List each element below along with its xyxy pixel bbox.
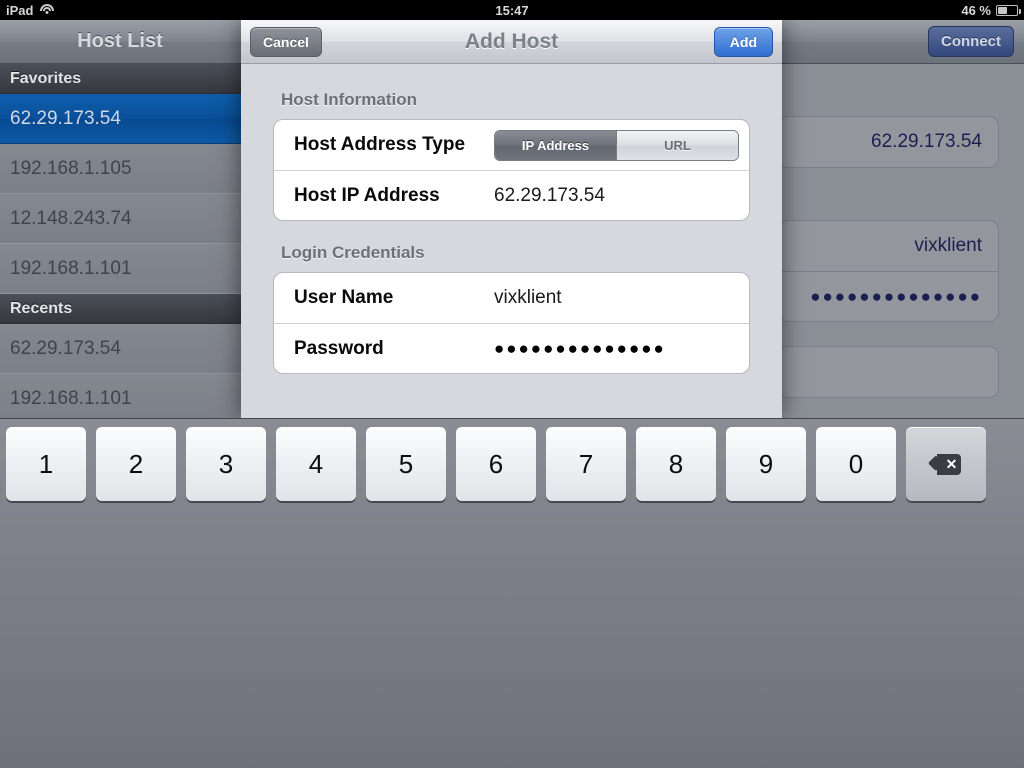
add-button[interactable]: Add: [713, 26, 773, 57]
backspace-key[interactable]: ✕: [906, 427, 986, 501]
list-item[interactable]: 62.29.173.54: [0, 94, 243, 144]
detail-credentials-group: vixklient ●●●●●●●●●●●●●●: [779, 220, 999, 322]
key-5[interactable]: 5: [366, 427, 446, 501]
key-3[interactable]: 3: [186, 427, 266, 501]
row-password[interactable]: Password ●●●●●●●●●●●●●●: [274, 323, 749, 373]
row-host-address-type: Host Address Type IP Address URL: [274, 120, 749, 170]
row-host-ip-address[interactable]: Host IP Address 62.29.173.54: [274, 170, 749, 220]
key-4[interactable]: 4: [276, 427, 356, 501]
host-list-sidebar[interactable]: Favorites 62.29.173.54 192.168.1.105 12.…: [0, 64, 243, 424]
label-host-address-type: Host Address Type: [294, 134, 466, 155]
user-name-input[interactable]: vixklient: [494, 287, 562, 309]
key-8[interactable]: 8: [636, 427, 716, 501]
list-section-header-recents: Recents: [0, 294, 243, 324]
onscreen-keyboard[interactable]: 1 2 3 4 5 6 7 8 9 0 ✕ - / : ; ( ) € &: [0, 418, 1024, 768]
detail-user-value[interactable]: vixklient: [780, 221, 998, 271]
list-item[interactable]: 192.168.1.101: [0, 374, 243, 424]
segment-ip-address[interactable]: IP Address: [495, 130, 616, 160]
status-bar-clock: 15:47: [495, 2, 529, 18]
connect-button[interactable]: Connect: [928, 26, 1014, 57]
battery-icon: [996, 4, 1021, 16]
detail-password-value[interactable]: ●●●●●●●●●●●●●●: [780, 271, 998, 321]
add-host-modal: Cancel Add Host Add Host Information Hos…: [241, 20, 782, 418]
list-section-header-favorites: Favorites: [0, 64, 243, 94]
status-bar: iPad 15:47 46 %: [0, 0, 1024, 20]
detail-host-group: 62.29.173.54: [779, 116, 999, 168]
list-item[interactable]: 192.168.1.101: [0, 244, 243, 294]
key-1[interactable]: 1: [6, 427, 86, 501]
password-input[interactable]: ●●●●●●●●●●●●●●: [494, 339, 666, 359]
ipad-screen: iPad 15:47 46 % Host List Connect Favori…: [0, 0, 1024, 768]
key-6[interactable]: 6: [456, 427, 536, 501]
status-bar-right: 46 %: [961, 2, 1021, 18]
backspace-icon: ✕: [928, 453, 961, 475]
list-item[interactable]: 12.148.243.74: [0, 194, 243, 244]
key-2[interactable]: 2: [96, 427, 176, 501]
section-title-login-credentials: Login Credentials: [281, 243, 425, 262]
segment-url[interactable]: URL: [616, 130, 738, 160]
detail-host-value[interactable]: 62.29.173.54: [780, 117, 998, 167]
section-title-host-information: Host Information: [281, 90, 417, 109]
login-credentials-card: User Name vixklient Password ●●●●●●●●●●●…: [273, 272, 750, 374]
key-0[interactable]: 0: [816, 427, 896, 501]
label-host-ip-address: Host IP Address: [294, 184, 440, 206]
modal-navbar: Cancel Add Host Add: [241, 20, 782, 64]
host-address-type-segmented-control[interactable]: IP Address URL: [494, 129, 739, 161]
label-password: Password: [294, 337, 384, 359]
row-user-name[interactable]: User Name vixklient: [274, 273, 749, 323]
keyboard-row-numbers: 1 2 3 4 5 6 7 8 9 0 ✕: [6, 427, 1024, 501]
key-7[interactable]: 7: [546, 427, 626, 501]
list-item[interactable]: 192.168.1.105: [0, 144, 243, 194]
host-ip-address-input[interactable]: 62.29.173.54: [494, 185, 605, 207]
key-9[interactable]: 9: [726, 427, 806, 501]
detail-extra-group: [779, 346, 999, 398]
modal-title: Add Host: [464, 29, 559, 53]
list-item[interactable]: 62.29.173.54: [0, 324, 243, 374]
host-list-title: Host List: [77, 30, 163, 52]
modal-body: Host Information Host Address Type IP Ad…: [241, 64, 782, 374]
label-user-name: User Name: [294, 287, 394, 308]
host-information-card: Host Address Type IP Address URL Host IP…: [273, 119, 750, 221]
detail-extra-value[interactable]: [780, 347, 998, 397]
battery-percent-label: 46 %: [961, 2, 991, 18]
